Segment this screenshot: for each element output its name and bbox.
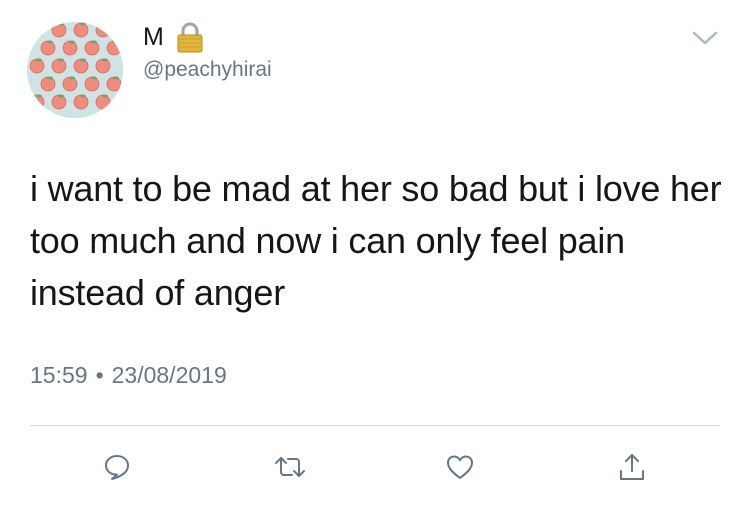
chevron-down-icon[interactable] <box>690 28 720 48</box>
like-button[interactable] <box>440 447 480 487</box>
reply-button[interactable] <box>97 447 137 487</box>
lock-icon <box>175 22 205 54</box>
display-name[interactable]: M <box>143 22 164 52</box>
separator-dot: • <box>95 362 104 388</box>
avatar[interactable] <box>27 22 123 118</box>
tweet-time: 15:59 <box>30 362 88 388</box>
tweet-date: 23/08/2019 <box>111 362 227 388</box>
divider <box>30 425 720 426</box>
retweet-button[interactable] <box>270 447 310 487</box>
tweet-timestamp: 15:59 • 23/08/2019 <box>30 360 227 390</box>
reply-icon <box>102 452 132 482</box>
user-handle[interactable]: @peachyhirai <box>143 57 272 83</box>
tweet-text: i want to be mad at her so bad but i lov… <box>30 168 722 313</box>
share-button[interactable] <box>612 447 652 487</box>
share-icon <box>617 451 647 483</box>
retweet-icon <box>273 452 307 482</box>
heart-icon <box>445 453 475 481</box>
